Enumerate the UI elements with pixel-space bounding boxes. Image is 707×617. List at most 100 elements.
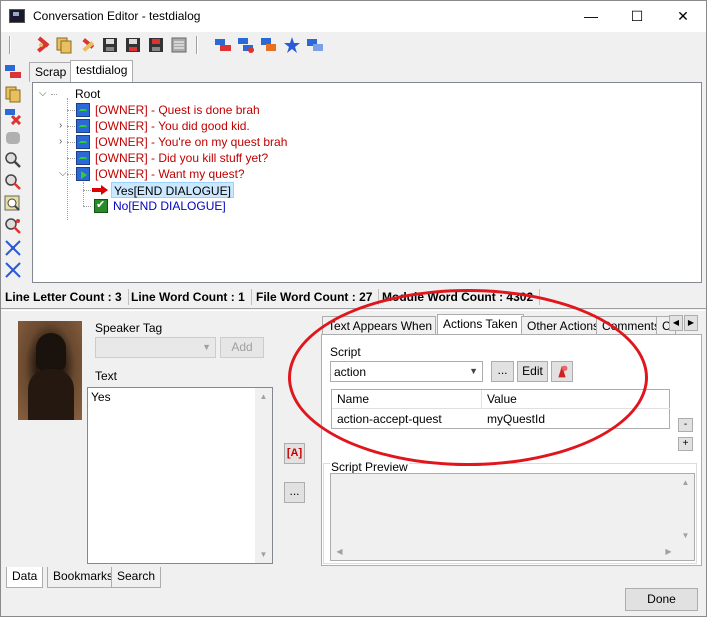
module-word-count: Module Word Count : 4302 (382, 289, 541, 305)
insert-token-button[interactable]: [A] (284, 443, 305, 464)
tree-root-label: Root (75, 87, 101, 101)
tab-scroll-right-icon[interactable]: ▶ (684, 315, 698, 331)
scroll-right-icon[interactable]: ▶ (660, 543, 677, 560)
tree-connector (67, 110, 75, 111)
tree-connector (51, 94, 57, 95)
script-params-grid[interactable]: Name Value action-accept-quest myQuestId (331, 389, 670, 429)
toolbar-separator (196, 36, 198, 54)
script-wizard-icon[interactable] (551, 361, 573, 382)
browse-script-button[interactable]: ... (491, 361, 514, 382)
tab-bookmarks[interactable]: Bookmarks (47, 567, 120, 588)
check-node-icon (94, 198, 108, 213)
preview-hscroll[interactable]: ◀ ▶ (331, 543, 677, 560)
scroll-down-icon[interactable]: ▼ (677, 527, 694, 544)
chevron-down-icon[interactable]: ⌵ (39, 86, 49, 102)
maximize-button[interactable]: ☐ (614, 1, 660, 32)
paste-node-icon[interactable] (4, 85, 22, 103)
minimize-button[interactable]: — (568, 1, 614, 32)
toolbar-separator (9, 36, 11, 54)
npc-node-icon (76, 119, 90, 133)
find-icon[interactable] (4, 151, 22, 169)
npc-node-play-icon (76, 167, 90, 181)
add-param-button[interactable]: + (678, 437, 693, 451)
save-all-icon[interactable] (124, 36, 142, 54)
script-label: Script (330, 345, 361, 359)
properties-icon[interactable] (170, 36, 188, 54)
main-toolbar (1, 32, 706, 59)
add-link-icon[interactable] (237, 36, 255, 54)
expand-icon[interactable] (4, 239, 22, 257)
zoom-icon[interactable] (4, 195, 22, 213)
tab-actions-taken[interactable]: Actions Taken (437, 314, 524, 336)
chevron-down-icon: ▼ (469, 366, 478, 376)
script-preview-text[interactable]: ▲ ▼ ◀ ▶ (330, 473, 695, 561)
scroll-up-icon[interactable]: ▲ (677, 474, 694, 491)
paste-icon[interactable] (78, 36, 96, 54)
add-speaker-button[interactable]: Add (220, 337, 264, 358)
speaker-tag-label: Speaker Tag (95, 321, 163, 335)
npc-node-icon (76, 103, 90, 117)
star-icon[interactable] (283, 36, 301, 54)
app-icon (9, 9, 25, 23)
tab-scrap[interactable]: Scrap (29, 62, 73, 82)
dialog-tree[interactable]: ⌵ Root [OWNER] - Quest is done brah › [O… (32, 82, 702, 283)
word-count-bar: Line Letter Count : 3 Line Word Count : … (1, 288, 706, 306)
tab-scroll-left-icon[interactable]: ◀ (669, 315, 683, 331)
add-node-icon[interactable] (214, 36, 232, 54)
scroll-up-icon[interactable]: ▲ (255, 388, 272, 405)
delete-node-icon[interactable] (4, 107, 22, 125)
splitter[interactable] (1, 308, 706, 311)
add-entry-icon[interactable] (4, 63, 22, 81)
preview-vscroll[interactable]: ▲ ▼ (677, 474, 694, 544)
tree-connector (83, 206, 91, 207)
dialog-text-value: Yes (91, 390, 111, 404)
copy-node-icon[interactable] (260, 36, 278, 54)
tree-node-selected[interactable]: Yes[END DIALOGUE] (111, 182, 234, 198)
close-button[interactable]: ✕ (660, 1, 706, 32)
speaker-tag-select[interactable]: ▼ (95, 337, 216, 358)
file-word-count: File Word Count : 27 (256, 289, 380, 305)
tab-testdialog[interactable]: testdialog (70, 60, 134, 82)
tree-connector (67, 98, 68, 220)
remove-param-button[interactable]: - (678, 418, 693, 432)
save-as-icon[interactable] (147, 36, 165, 54)
line-letter-count: Line Letter Count : 3 (5, 289, 129, 305)
speaker-portrait (18, 321, 82, 420)
tree-connector (67, 142, 75, 143)
dialog-text-input[interactable]: Yes ▲ ▼ (87, 387, 273, 564)
params-header-name: Name (332, 390, 482, 409)
link-icon[interactable] (306, 36, 324, 54)
cut-icon[interactable] (32, 36, 50, 54)
title-bar: Conversation Editor - testdialog — ☐ ✕ (1, 1, 706, 32)
line-word-count: Line Word Count : 1 (131, 289, 252, 305)
tree-connector (83, 182, 84, 206)
copy-icon[interactable] (55, 36, 73, 54)
tab-other-actions[interactable]: Other Actions (521, 316, 606, 336)
more-options-button[interactable]: ... (284, 482, 305, 503)
find-next-icon[interactable] (4, 173, 22, 191)
save-icon[interactable] (101, 36, 119, 54)
scroll-left-icon[interactable]: ◀ (331, 543, 348, 560)
red-arrow-icon (92, 185, 108, 195)
text-scrollbar[interactable]: ▲ ▼ (255, 388, 272, 563)
scroll-down-icon[interactable]: ▼ (255, 546, 272, 563)
script-preview-label: Script Preview (330, 460, 409, 474)
script-select[interactable]: action ▼ (330, 361, 483, 382)
tab-text-appears-when[interactable]: Text Appears When ... (322, 316, 436, 336)
script-preview-group: Script Preview ▲ ▼ ◀ ▶ (323, 460, 697, 564)
collapse-icon[interactable] (4, 261, 22, 279)
text-label: Text (95, 369, 118, 383)
done-button[interactable]: Done (625, 588, 698, 611)
tab-data[interactable]: Data (6, 567, 44, 588)
param-value-cell[interactable]: myQuestId (482, 410, 670, 429)
chevron-down-icon: ▼ (202, 342, 211, 352)
param-name-cell[interactable]: action-accept-quest (332, 410, 482, 429)
tree-connector (67, 174, 75, 175)
disabled-node-icon (6, 132, 20, 144)
edit-script-button[interactable]: Edit (517, 361, 548, 382)
npc-node-icon (76, 135, 90, 149)
tree-connector (67, 158, 75, 159)
params-header-value: Value (482, 390, 670, 409)
tab-search[interactable]: Search (111, 567, 162, 588)
find-replace-icon[interactable] (4, 217, 22, 235)
